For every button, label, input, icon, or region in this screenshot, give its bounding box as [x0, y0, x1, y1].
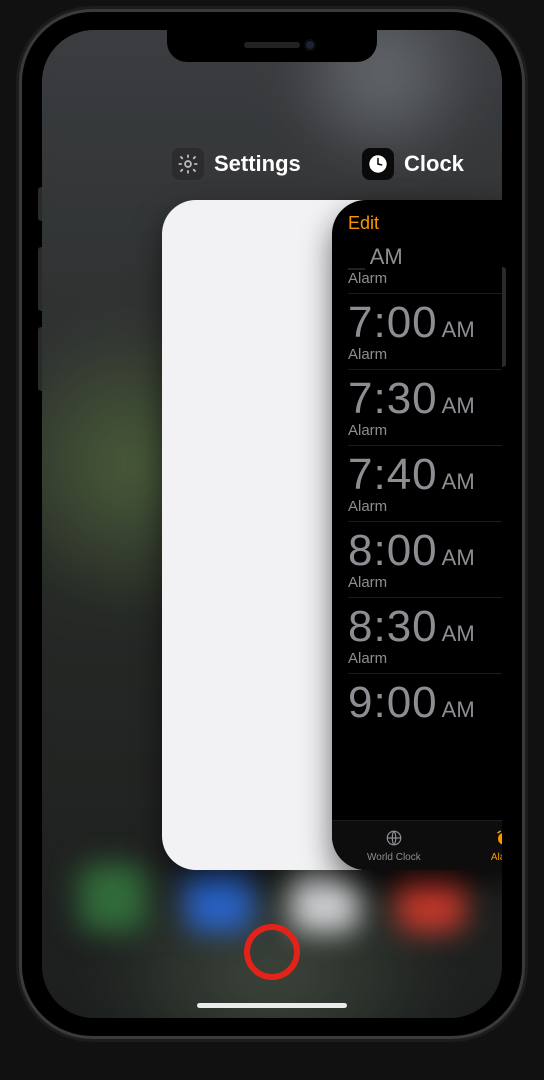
- clock-icon: [362, 148, 394, 180]
- alarm-row[interactable]: 7:40 AM Alarm: [348, 446, 502, 522]
- alarm-time: 7:00: [348, 298, 438, 348]
- alarm-label: Alarm: [348, 270, 502, 287]
- alarm-time: 7:30: [348, 374, 438, 424]
- alarm-row[interactable]: 8:00 AM Alarm: [348, 522, 502, 598]
- earpiece-speaker: [244, 42, 300, 48]
- globe-icon: [385, 829, 403, 850]
- clock-tab-bar: World Clock Alarm: [332, 820, 502, 870]
- alarm-time: 8:00: [348, 526, 438, 576]
- front-camera: [304, 39, 316, 51]
- alarm-time: 8:30: [348, 602, 438, 652]
- home-indicator[interactable]: [197, 1003, 347, 1008]
- notch: [167, 30, 377, 62]
- alarm-ampm: AM: [370, 244, 403, 270]
- alarm-ampm: AM: [442, 317, 475, 343]
- app-label-clock[interactable]: Clock: [362, 148, 464, 180]
- alarm-ampm: AM: [442, 545, 475, 571]
- alarm-clock-icon: [495, 829, 502, 850]
- alarm-row[interactable]: 7:30 AM Alarm: [348, 370, 502, 446]
- tab-label: World Clock: [367, 852, 421, 863]
- alarm-ampm: AM: [442, 621, 475, 647]
- edit-button[interactable]: Edit: [348, 213, 379, 234]
- screen: Settings Clock Edit: [42, 30, 502, 1018]
- clock-nav-bar: Edit Alarm: [332, 200, 502, 238]
- app-label-text: Clock: [404, 151, 464, 177]
- alarm-label: Alarm: [348, 346, 502, 363]
- alarm-label: Alarm: [348, 498, 502, 515]
- app-card-clock[interactable]: Edit Alarm _ AM Alarm 7:00: [332, 200, 502, 870]
- tab-label: Alarm: [491, 852, 502, 863]
- app-label-settings[interactable]: Settings: [172, 148, 301, 180]
- tab-world-clock[interactable]: World Clock: [332, 821, 456, 870]
- alarm-row[interactable]: 8:30 AM Alarm: [348, 598, 502, 674]
- app-switcher-header: Settings Clock: [42, 148, 502, 188]
- alarm-ampm: AM: [442, 393, 475, 419]
- alarm-row[interactable]: 7:00 AM Alarm: [348, 294, 502, 370]
- alarm-time: 9:00: [348, 678, 438, 728]
- alarm-label: Alarm: [348, 574, 502, 591]
- alarm-ampm: AM: [442, 469, 475, 495]
- settings-icon: [172, 148, 204, 180]
- app-label-text: Settings: [214, 151, 301, 177]
- alarm-label: Alarm: [348, 650, 502, 667]
- tab-alarm[interactable]: Alarm: [456, 821, 502, 870]
- alarm-row[interactable]: _ AM Alarm: [348, 238, 502, 294]
- alarm-label: Alarm: [348, 422, 502, 439]
- alarm-row[interactable]: 9:00 AM: [348, 674, 502, 734]
- alarm-time: 7:40: [348, 450, 438, 500]
- iphone-frame: Settings Clock Edit: [22, 12, 522, 1036]
- alarm-ampm: AM: [442, 697, 475, 723]
- alarm-list[interactable]: _ AM Alarm 7:00 AM Alarm: [332, 238, 502, 820]
